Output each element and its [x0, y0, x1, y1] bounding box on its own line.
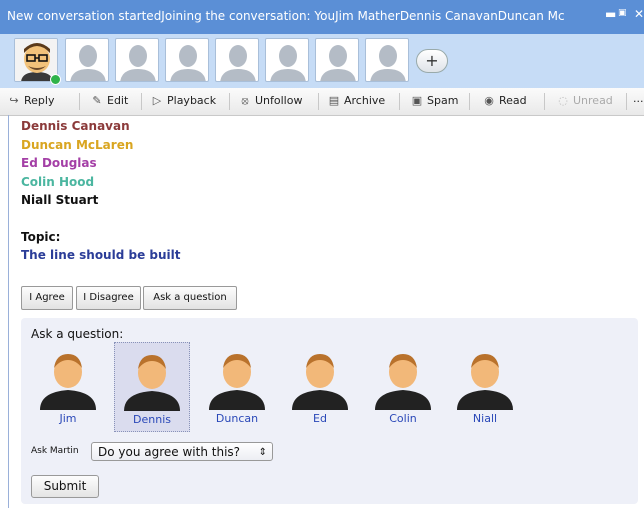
person-option-dennis[interactable]: Dennis: [114, 342, 190, 432]
person-name: Niall: [472, 412, 498, 425]
person-icon: [40, 354, 96, 410]
person-name: Duncan: [215, 412, 259, 425]
minimize-icon[interactable]: ▬: [605, 7, 616, 21]
person-option-niall[interactable]: Niall: [448, 342, 522, 430]
archive-button[interactable]: ▤ Archive: [327, 94, 385, 107]
unfollow-icon: ⦻: [241, 94, 249, 107]
pencil-icon: ✎: [92, 94, 102, 107]
spam-icon: ▣: [411, 94, 423, 107]
person-name: Colin: [389, 412, 417, 425]
toolbar-divider: [469, 93, 470, 110]
add-participant-button[interactable]: +: [416, 49, 448, 73]
read-button[interactable]: ◉ Read: [482, 94, 526, 107]
question-select[interactable]: Do you agree with this? ⇕: [91, 442, 273, 461]
person-icon: [457, 354, 513, 410]
person-icon: [292, 354, 348, 410]
person-option-jim[interactable]: Jim: [31, 342, 105, 430]
avatar[interactable]: [165, 38, 209, 82]
person-option-ed[interactable]: Ed: [283, 342, 357, 430]
participant-name: Duncan McLaren: [21, 137, 134, 152]
toolbar-divider: [229, 93, 230, 110]
toolbar-divider: [318, 93, 319, 110]
person-option-duncan[interactable]: Duncan: [200, 342, 274, 430]
placeholder-avatar-icon: [270, 45, 306, 81]
unfollow-button[interactable]: ⦻ Unfollow: [238, 94, 302, 108]
person-name: Jim: [59, 412, 77, 425]
toolbar-divider: [544, 93, 545, 110]
play-icon: ▷: [152, 94, 162, 107]
avatar[interactable]: [215, 38, 259, 82]
placeholder-avatar-icon: [70, 45, 106, 81]
spam-button[interactable]: ▣ Spam: [410, 94, 459, 107]
window-title: New conversation startedJoining the conv…: [7, 9, 565, 23]
placeholder-avatar-icon: [120, 45, 156, 81]
toolbar: ↪ Reply ✎ Edit ▷ Playback ⦻ Unfollow ▤ Archiv…: [0, 88, 644, 116]
window-titlebar: New conversation startedJoining the conv…: [0, 0, 644, 34]
toolbar-divider: [79, 93, 80, 110]
ask-label: Ask Martin: [31, 446, 79, 456]
toolbar-divider: [141, 93, 142, 110]
online-status-icon: [50, 74, 61, 85]
ask-question-panel: Ask a question: Jim Dennis Duncan Ed Col…: [21, 318, 638, 504]
close-icon[interactable]: ✕: [634, 7, 644, 21]
placeholder-avatar-icon: [320, 45, 356, 81]
person-name: Dennis: [133, 413, 171, 426]
participant-name: Ed Douglas: [21, 156, 97, 170]
avatar[interactable]: [65, 38, 109, 82]
person-icon: [209, 354, 265, 410]
message-thread-line: [8, 115, 9, 508]
avatar[interactable]: [365, 38, 409, 82]
person-icon: [124, 355, 180, 411]
panel-title: Ask a question:: [31, 327, 124, 341]
ask-question-button[interactable]: Ask a question: [143, 286, 237, 310]
placeholder-avatar-icon: [220, 45, 256, 81]
eye-icon: ◉: [484, 94, 494, 107]
playback-button[interactable]: ▷ Playback: [150, 94, 216, 107]
edit-button[interactable]: ✎ Edit: [90, 94, 128, 107]
question-select-value: Do you agree with this?: [98, 445, 241, 459]
participant-list: Dennis Canavan Duncan McLaren Ed Douglas…: [21, 117, 133, 210]
participant-name: Niall Stuart: [21, 193, 99, 207]
reply-button[interactable]: ↪ Reply: [7, 94, 54, 107]
topic-value: The line should be built: [21, 248, 181, 262]
disagree-button[interactable]: I Disagree: [76, 286, 141, 310]
participant-name: Colin Hood: [21, 174, 95, 189]
more-menu-button[interactable]: ...: [633, 92, 644, 105]
person-icon: [375, 354, 431, 410]
reply-icon: ↪: [9, 94, 19, 107]
person-option-colin[interactable]: Colin: [366, 342, 440, 430]
unread-button[interactable]: ◌ Unread: [556, 94, 613, 107]
maximize-icon[interactable]: ▣: [618, 8, 627, 18]
placeholder-avatar-icon: [370, 45, 406, 81]
person-name: Ed: [313, 412, 327, 425]
toolbar-divider: [399, 93, 400, 110]
participant-name: Dennis Canavan: [21, 119, 130, 133]
participant-avatar-bar: [0, 34, 644, 88]
archive-icon: ▤: [328, 94, 340, 107]
updown-arrow-icon: ⇕: [258, 447, 267, 458]
toolbar-divider: [626, 93, 627, 110]
agree-button[interactable]: I Agree: [21, 286, 73, 310]
placeholder-avatar-icon: [170, 45, 206, 81]
avatar[interactable]: [265, 38, 309, 82]
avatar[interactable]: [315, 38, 359, 82]
avatar[interactable]: [115, 38, 159, 82]
unread-icon: ◌: [558, 94, 568, 107]
submit-button[interactable]: Submit: [31, 475, 99, 498]
topic-label: Topic:: [21, 230, 61, 244]
